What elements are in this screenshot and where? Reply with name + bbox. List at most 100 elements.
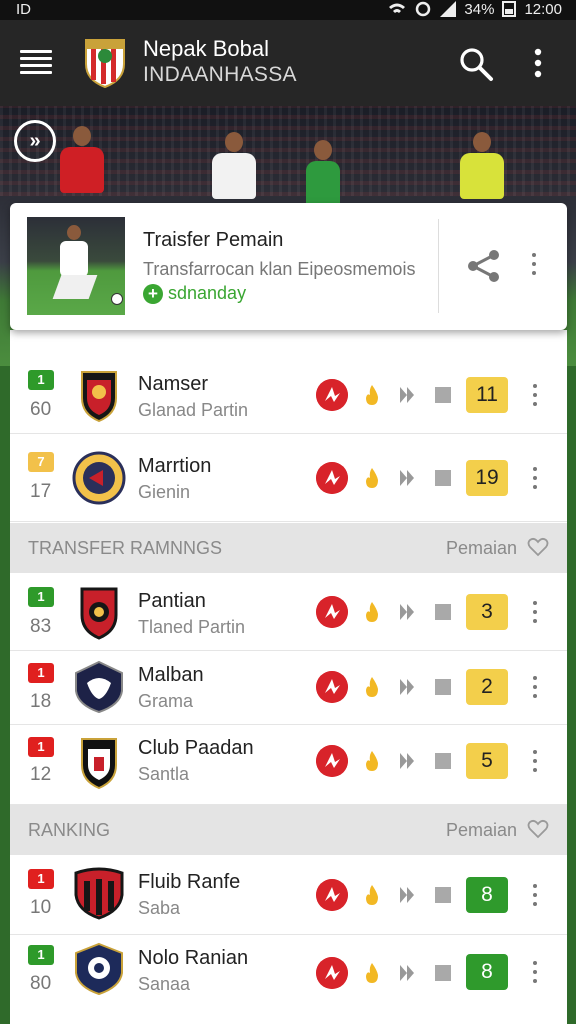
battery-icon [502, 1, 517, 17]
stats-icon[interactable] [316, 745, 348, 777]
position-number: 18 [30, 691, 52, 712]
section-title: TRANSFER RAMNNGS [28, 538, 223, 558]
team-subtitle: Santla [138, 764, 190, 784]
team-subtitle: Grama [138, 691, 194, 711]
news-thumbnail [27, 217, 125, 315]
section-right-label: Pemaian [445, 820, 517, 840]
position-number: 12 [30, 764, 52, 785]
stats-icon[interactable] [316, 879, 348, 911]
player-figure [212, 132, 256, 199]
news-more-icon[interactable] [528, 253, 540, 281]
forward-icon[interactable] [398, 751, 416, 771]
share-icon[interactable] [465, 248, 503, 284]
score-badge: 8 [466, 954, 508, 990]
list-item[interactable]: 1 18 Malban Grama 2 [10, 651, 567, 725]
forward-icon[interactable] [398, 885, 416, 905]
row-more-icon[interactable] [530, 384, 540, 408]
square-icon[interactable] [435, 965, 451, 981]
menu-icon[interactable] [20, 50, 52, 76]
position-badge: 1 [28, 663, 54, 683]
score-badge: 2 [466, 669, 508, 705]
flame-icon[interactable] [362, 675, 382, 699]
position-number: 17 [30, 481, 52, 502]
app-bar: Nepak Bobal INDAANHASSA [0, 20, 576, 106]
position-badge: 1 [28, 370, 54, 390]
forward-icon[interactable] [398, 385, 416, 405]
score-badge: 11 [466, 377, 508, 413]
signal-icon [440, 1, 457, 17]
player-figure [60, 126, 104, 193]
battery-percent: 34% [464, 0, 495, 18]
row-more-icon[interactable] [530, 750, 540, 774]
square-icon[interactable] [435, 470, 451, 486]
list-item[interactable]: 1 60 Namser Glanad Partin 11 [10, 356, 567, 434]
search-icon[interactable] [458, 46, 494, 82]
flame-icon[interactable] [362, 383, 382, 407]
section-right-label: Pemaian [445, 538, 517, 558]
news-tag-label: sdnanday [168, 283, 247, 303]
score-badge: 19 [466, 460, 508, 496]
list-item[interactable]: 1 83 Pantian Tlaned Partin 3 [10, 573, 567, 651]
stats-icon[interactable] [316, 671, 348, 703]
row-more-icon[interactable] [530, 601, 540, 625]
flame-icon[interactable] [362, 600, 382, 624]
flame-icon[interactable] [362, 883, 382, 907]
forward-icon[interactable] [398, 677, 416, 697]
row-more-icon[interactable] [530, 884, 540, 908]
stats-icon[interactable] [316, 379, 348, 411]
position-badge: 1 [28, 587, 54, 607]
list-item[interactable]: 1 80 Nolo Ranian Sanaa 8 [10, 935, 567, 1024]
heart-icon[interactable] [527, 818, 549, 840]
list-item[interactable]: 7 17 Marrtion Gienin 19 [10, 436, 567, 522]
square-icon[interactable] [435, 753, 451, 769]
divider [438, 219, 439, 313]
score-badge: 8 [466, 877, 508, 913]
stats-icon[interactable] [316, 957, 348, 989]
position-badge: 7 [28, 452, 54, 472]
list-item[interactable]: 1 10 Fluib Ranfe Saba 8 [10, 855, 567, 935]
club-logo [85, 39, 125, 88]
team-subtitle: Sanaa [138, 974, 191, 994]
stats-icon[interactable] [316, 596, 348, 628]
team-name: Marrtion [138, 455, 212, 477]
score-badge: 5 [466, 743, 508, 779]
section-title: RANKING [28, 820, 111, 840]
team-crest [74, 867, 124, 920]
team-subtitle: Saba [138, 898, 181, 918]
plus-icon: + [143, 283, 163, 304]
wifi-icon [389, 3, 406, 13]
sync-icon [416, 1, 431, 17]
status-bar: ID 34% 12:00 [0, 0, 576, 20]
overflow-menu-icon[interactable] [528, 46, 548, 80]
square-icon[interactable] [435, 679, 451, 695]
clock: 12:00 [524, 0, 562, 18]
heart-icon[interactable] [527, 536, 549, 558]
row-more-icon[interactable] [530, 467, 540, 491]
square-icon[interactable] [435, 604, 451, 620]
stats-icon[interactable] [316, 462, 348, 494]
team-crest [75, 660, 123, 714]
news-tag[interactable]: + sdnanday [143, 283, 246, 304]
position-badge: 1 [28, 737, 54, 757]
position-badge: 1 [28, 945, 54, 965]
team-name: Nolo Ranian [138, 947, 249, 969]
team-subtitle: Gienin [138, 482, 191, 502]
section-header-ranking: RANKING Pemaian [10, 805, 567, 855]
team-subtitle: Tlaned Partin [138, 617, 246, 637]
forward-icon[interactable] [398, 602, 416, 622]
row-more-icon[interactable] [530, 961, 540, 985]
square-icon[interactable] [435, 387, 451, 403]
square-icon[interactable] [435, 887, 451, 903]
flame-icon[interactable] [362, 466, 382, 490]
app-subtitle: INDAANHASSA [143, 63, 297, 86]
row-more-icon[interactable] [530, 676, 540, 700]
team-subtitle: Glanad Partin [138, 400, 249, 420]
fast-forward-icon[interactable]: » [14, 120, 56, 162]
list-item[interactable]: 1 12 Club Paadan Santla 5 [10, 725, 567, 805]
app-title: Nepak Bobal [143, 36, 269, 61]
flame-icon[interactable] [362, 961, 382, 985]
forward-icon[interactable] [398, 963, 416, 983]
flame-icon[interactable] [362, 749, 382, 773]
forward-icon[interactable] [398, 468, 416, 488]
news-card[interactable]: Traisfer Pemain Transfarrocan klan Eipeo… [10, 203, 567, 330]
